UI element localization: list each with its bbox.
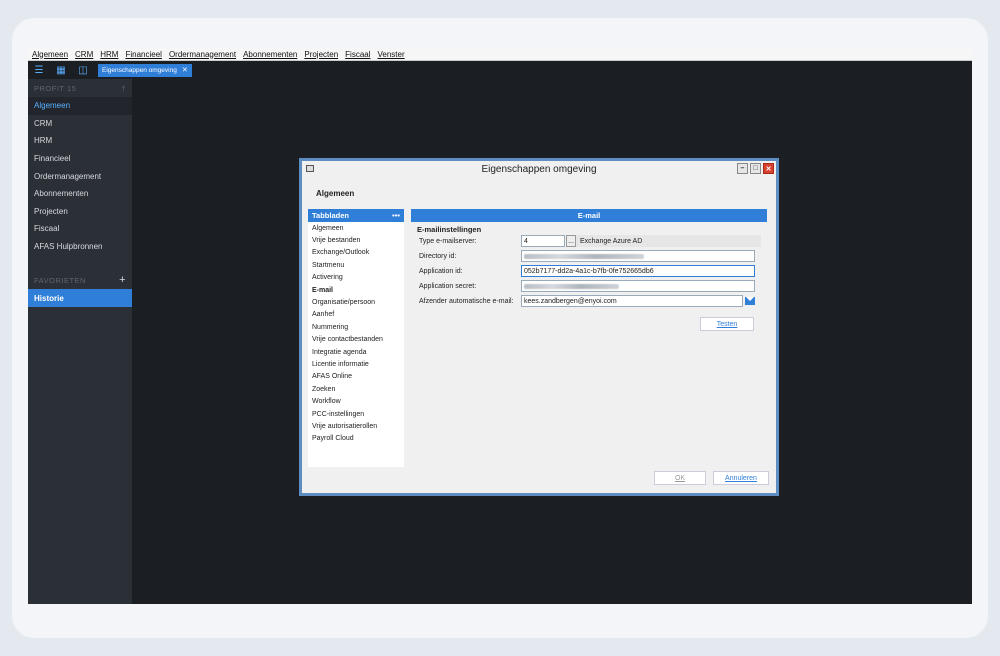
ok-button[interactable]: OK	[654, 471, 706, 485]
sidebar-item-algemeen[interactable]: Algemeen	[28, 97, 132, 115]
directory-id-input[interactable]	[521, 250, 755, 262]
section-title: E-mailinstellingen	[417, 225, 482, 234]
application-secret-label: Application secret:	[419, 282, 477, 290]
tab-item-workflow[interactable]: Workflow	[308, 395, 404, 407]
redacted-value	[524, 253, 644, 259]
tab-label: Eigenschappen omgeving	[102, 66, 177, 74]
email-panel: E-mail E-mailinstellingen Type e-mailser…	[411, 209, 767, 467]
directory-id-label: Directory id:	[419, 252, 457, 260]
tab-item-vrije-autorisatierollen[interactable]: Vrije autorisatierollen	[308, 420, 404, 432]
favorites-title: FAVORIETEN	[34, 275, 86, 285]
sidebar-item-abonnementen[interactable]: Abonnementen	[28, 185, 132, 203]
sender-email-label: Afzender automatische e-mail:	[419, 297, 514, 305]
grid-icon[interactable]: ▦	[50, 62, 72, 78]
lookup-button[interactable]: ...	[566, 235, 576, 247]
hamburger-icon[interactable]: ☰	[28, 62, 50, 78]
menu-crm[interactable]: CRM	[75, 50, 93, 59]
sidebar-item-ordermanagement[interactable]: Ordermanagement	[28, 167, 132, 185]
menu-algemeen[interactable]: Algemeen	[32, 50, 68, 59]
sidebar-header: PROFIT 15 †	[28, 79, 132, 97]
tab-item-exchange-outlook[interactable]: Exchange/Outlook	[308, 247, 404, 259]
window-controls: – □ ✕	[737, 163, 774, 174]
row-sender-email: Afzender automatische e-mail: kees.zandb…	[419, 295, 755, 307]
sidebar-item-historie[interactable]: Historie	[28, 289, 132, 308]
menu-projecten[interactable]: Projecten	[304, 50, 338, 59]
menu-abonnementen[interactable]: Abonnementen	[243, 50, 297, 59]
cancel-button[interactable]: Annuleren	[713, 471, 769, 485]
row-application-secret: Application secret:	[419, 280, 755, 292]
favorites-header: FAVORIETEN +	[28, 271, 132, 289]
dialog-title: Eigenschappen omgeving	[481, 163, 597, 175]
sidebar-item-financieel[interactable]: Financieel	[28, 150, 132, 168]
close-icon[interactable]: ✕	[182, 66, 188, 74]
calendar-icon[interactable]: ◫	[72, 62, 94, 78]
type-mailserver-label: Type e-mailserver:	[419, 237, 477, 245]
row-directory-id: Directory id:	[419, 250, 755, 262]
email-panel-header: E-mail	[411, 209, 767, 222]
tab-item-payroll-cloud[interactable]: Payroll Cloud	[308, 433, 404, 445]
sidebar-item-afas-hulpbronnen[interactable]: AFAS Hulpbronnen	[28, 238, 132, 256]
tab-item-vrije-bestanden[interactable]: Vrije bestanden	[308, 234, 404, 246]
app-window: Algemeen CRM HRM Financieel Ordermanagem…	[28, 48, 972, 604]
pin-icon[interactable]: †	[121, 84, 126, 93]
menubar: Algemeen CRM HRM Financieel Ordermanagem…	[28, 48, 972, 61]
menu-ordermanagement[interactable]: Ordermanagement	[169, 50, 236, 59]
test-button[interactable]: Testen	[700, 317, 754, 331]
sidebar-item-crm[interactable]: CRM	[28, 115, 132, 133]
tab-item-organisatie-persoon[interactable]: Organisatie/persoon	[308, 296, 404, 308]
properties-dialog: Eigenschappen omgeving – □ ✕ Algemeen Ta…	[299, 158, 779, 496]
tab-item-afas-online[interactable]: AFAS Online	[308, 371, 404, 383]
menu-fiscaal[interactable]: Fiscaal	[345, 50, 370, 59]
application-secret-input[interactable]	[521, 280, 755, 292]
window-icon	[306, 165, 314, 172]
toolbar: ☰ ▦ ◫ Eigenschappen omgeving ✕	[28, 62, 972, 78]
tab-item-integratie-agenda[interactable]: Integratie agenda	[308, 346, 404, 358]
add-icon[interactable]: +	[119, 274, 126, 286]
sender-email-input[interactable]: kees.zandbergen@enyoi.com	[521, 295, 743, 307]
minimize-icon[interactable]: –	[737, 163, 748, 174]
redacted-value	[524, 283, 619, 289]
close-window-icon[interactable]: ✕	[763, 163, 774, 174]
tab-eigenschappen-omgeving[interactable]: Eigenschappen omgeving ✕	[98, 63, 192, 77]
tab-item-activering[interactable]: Activering	[308, 272, 404, 284]
tabs-header-label: Tabbladen	[312, 211, 349, 220]
tab-item-aanhef[interactable]: Aanhef	[308, 309, 404, 321]
dialog-heading: Algemeen	[316, 189, 355, 198]
tab-item-pcc-instellingen[interactable]: PCC-instellingen	[308, 408, 404, 420]
sidebar: PROFIT 15 † Algemeen CRM HRM Financieel …	[28, 79, 132, 604]
tab-item-startmenu[interactable]: Startmenu	[308, 259, 404, 271]
tab-item-vrije-contactbestanden[interactable]: Vrije contactbestanden	[308, 334, 404, 346]
more-icon[interactable]: •••	[392, 211, 400, 220]
maximize-icon[interactable]: □	[750, 163, 761, 174]
application-id-label: Application id:	[419, 267, 463, 275]
sidebar-item-hrm[interactable]: HRM	[28, 132, 132, 150]
tab-item-nummering[interactable]: Nummering	[308, 321, 404, 333]
row-type-mailserver: Type e-mailserver: 4 ... Exchange Azure …	[419, 235, 761, 247]
sidebar-item-fiscaal[interactable]: Fiscaal	[28, 220, 132, 238]
tabs-list: Tabbladen ••• Algemeen Vrije bestanden E…	[308, 209, 404, 467]
tab-item-licentie-informatie[interactable]: Licentie informatie	[308, 358, 404, 370]
row-application-id: Application id: 052b7177-dd2a-4a1c-b7fb-…	[419, 265, 755, 277]
dialog-titlebar[interactable]: Eigenschappen omgeving – □ ✕	[302, 161, 776, 177]
menu-hrm[interactable]: HRM	[100, 50, 118, 59]
tab-item-zoeken[interactable]: Zoeken	[308, 383, 404, 395]
tab-item-algemeen[interactable]: Algemeen	[308, 222, 404, 234]
mail-icon[interactable]	[745, 297, 755, 305]
type-mailserver-description: Exchange Azure AD	[576, 235, 761, 247]
application-id-input[interactable]: 052b7177-dd2a-4a1c-b7fb-0fe752665db6	[521, 265, 755, 277]
type-mailserver-input[interactable]: 4	[521, 235, 565, 247]
sidebar-title: PROFIT 15	[34, 83, 77, 93]
menu-financieel[interactable]: Financieel	[125, 50, 161, 59]
menu-venster[interactable]: Venster	[378, 50, 405, 59]
tabs-header: Tabbladen •••	[308, 209, 404, 222]
sidebar-item-projecten[interactable]: Projecten	[28, 203, 132, 221]
tab-item-e-mail[interactable]: E-mail	[308, 284, 404, 296]
